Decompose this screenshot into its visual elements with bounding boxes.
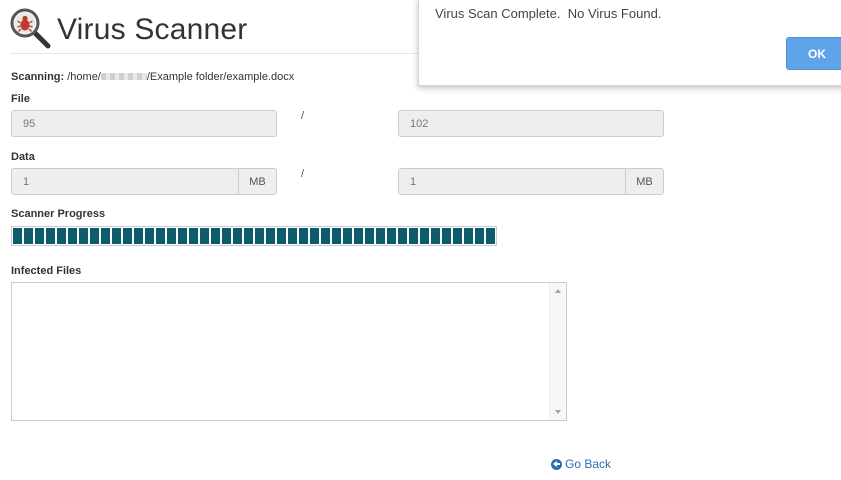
file-label: File [11, 93, 30, 105]
scroll-up-arrow-icon[interactable] [555, 289, 561, 293]
scanning-path: Scanning: /home/ /Example folder/example.… [11, 71, 294, 83]
bug-magnifier-icon [10, 8, 51, 49]
ok-button[interactable]: OK [786, 37, 841, 70]
dialog-message: Virus Scan Complete. No Virus Found. [435, 6, 662, 21]
arrow-circle-left-icon [551, 458, 562, 470]
data-total-field: 1 [399, 169, 625, 194]
data-scanned-group: 1 MB [11, 168, 277, 195]
data-scanned-field: 1 [12, 169, 238, 194]
infected-files-scrollbar[interactable] [549, 283, 566, 420]
data-scanned-unit: MB [238, 169, 276, 194]
page-header: Virus Scanner [10, 6, 420, 54]
file-separator: / [301, 110, 305, 122]
data-separator: / [301, 168, 305, 180]
scroll-down-arrow-icon[interactable] [555, 410, 561, 414]
scanning-path-prefix: /home/ [67, 71, 101, 83]
progress-fill [13, 228, 495, 244]
go-back-label: Go Back [565, 457, 612, 471]
infected-files-textarea[interactable] [11, 282, 567, 421]
scanning-path-suffix: /Example folder/example.docx [146, 71, 295, 83]
redacted-username [100, 72, 147, 80]
page-title: Virus Scanner [57, 13, 248, 46]
files-total-field: 102 [398, 110, 664, 137]
progress-label: Scanner Progress [11, 208, 106, 220]
scanner-progress-bar [11, 226, 497, 246]
scan-complete-dialog: Virus Scan Complete. No Virus Found. OK [418, 0, 841, 86]
data-total-group: 1 MB [398, 168, 664, 195]
go-back-link[interactable]: Go Back [551, 457, 611, 471]
scanning-label: Scanning: [11, 71, 65, 83]
files-scanned-field: 95 [11, 110, 277, 137]
data-total-unit: MB [625, 169, 663, 194]
infected-files-label: Infected Files [11, 265, 82, 277]
data-label: Data [11, 151, 35, 163]
